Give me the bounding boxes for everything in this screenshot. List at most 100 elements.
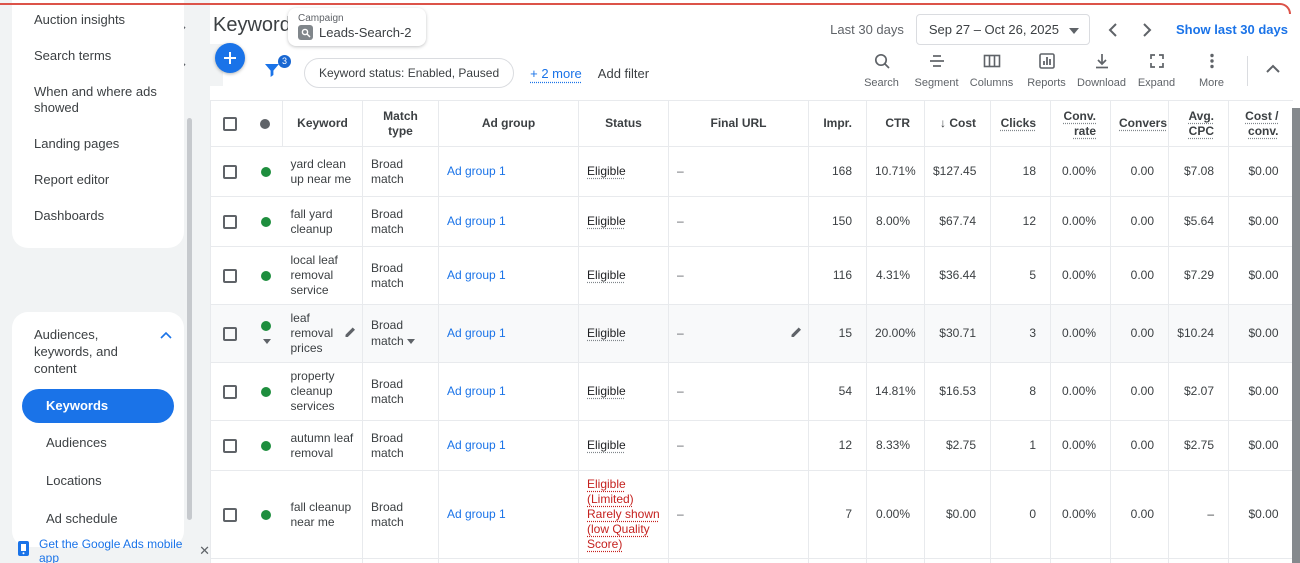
ad-group-link[interactable]: Ad group 1 bbox=[447, 326, 506, 340]
status-badge[interactable]: Eligible bbox=[587, 438, 626, 452]
column-header-label[interactable]: Convers bbox=[1119, 116, 1167, 130]
reports-button[interactable]: Reports bbox=[1019, 52, 1074, 89]
conversions-cell: 0.00 bbox=[1110, 304, 1169, 363]
ad-group-link[interactable]: Ad group 1 bbox=[447, 164, 506, 178]
column-header-label[interactable]: Avg. CPC bbox=[1188, 109, 1214, 138]
column-header-label[interactable]: Conv. rate bbox=[1064, 109, 1096, 138]
add-filter-button[interactable]: Add filter bbox=[598, 66, 649, 81]
avg-cpc-cell: $5.64 bbox=[1168, 196, 1229, 247]
sidebar-scrollbar[interactable] bbox=[187, 118, 192, 520]
status-badge[interactable]: Eligible (Limited) Rarely shown (low Qua… bbox=[587, 477, 660, 551]
mobile-app-link[interactable]: Get the Google Ads mobile app bbox=[39, 537, 185, 563]
filter-funnel-icon[interactable]: 3 bbox=[262, 55, 291, 86]
column-header-label[interactable]: Ad group bbox=[482, 116, 535, 130]
campaign-scope-chip[interactable]: Campaign Leads-Search-2 bbox=[288, 8, 426, 46]
collapse-toolbar-button[interactable] bbox=[1256, 52, 1290, 78]
caret-down-icon[interactable] bbox=[263, 333, 271, 347]
column-header-conv-rate[interactable]: Conv. rate bbox=[1050, 100, 1111, 147]
date-range-selector[interactable]: Sep 27 – Oct 26, 2025 bbox=[915, 14, 1090, 45]
impressions-cell: 7 bbox=[808, 470, 867, 559]
column-header-clicks[interactable]: Clicks bbox=[990, 100, 1051, 147]
ad-group-link[interactable]: Ad group 1 bbox=[447, 507, 506, 521]
sidebar-item-locations[interactable]: Locations bbox=[12, 461, 184, 499]
close-icon[interactable]: ✕ bbox=[199, 543, 210, 559]
column-header-label[interactable]: Keyword bbox=[297, 116, 348, 130]
status-cell: Eligible bbox=[578, 146, 669, 197]
table-row: leaf removal prices Broad match Ad group 1… bbox=[210, 304, 1293, 363]
column-header-label[interactable]: Final URL bbox=[711, 116, 767, 130]
edit-final-url-icon[interactable] bbox=[790, 325, 803, 342]
segment-button[interactable]: Segment bbox=[909, 52, 964, 89]
row-checkbox[interactable] bbox=[222, 438, 237, 453]
column-header-avg-cpc[interactable]: Avg. CPC bbox=[1168, 100, 1229, 147]
column-header-cost-conv-[interactable]: Cost / conv. bbox=[1228, 100, 1293, 147]
sidebar-card-audiences-group: Audiences, keywords, and content Keyword… bbox=[12, 312, 184, 547]
column-header-final-url[interactable]: Final URL bbox=[668, 100, 809, 147]
column-header-label[interactable]: Cost bbox=[949, 116, 976, 130]
sidebar-item-ad-schedule[interactable]: Ad schedule bbox=[12, 499, 184, 537]
status-badge[interactable]: Eligible bbox=[587, 268, 626, 282]
column-header-convers[interactable]: Convers bbox=[1110, 100, 1169, 147]
status-badge[interactable]: Eligible bbox=[587, 214, 626, 228]
filter-chip-keyword-status[interactable]: Keyword status: Enabled, Paused bbox=[304, 58, 515, 88]
columns-button[interactable]: Columns bbox=[964, 52, 1019, 89]
status-badge[interactable]: Eligible bbox=[587, 326, 626, 340]
add-keyword-button[interactable] bbox=[215, 43, 245, 73]
row-checkbox[interactable] bbox=[222, 326, 237, 341]
download-button[interactable]: Download bbox=[1074, 52, 1129, 89]
sidebar-item-keywords-selected[interactable]: Keywords bbox=[22, 389, 174, 423]
more-filters-link[interactable]: + 2 more bbox=[530, 66, 582, 81]
column-header-label[interactable]: Cost / conv. bbox=[1245, 109, 1278, 138]
row-checkbox[interactable] bbox=[222, 268, 237, 283]
row-checkbox[interactable] bbox=[222, 384, 237, 399]
cost-cell: $2.75 bbox=[924, 420, 991, 471]
column-header-cost[interactable]: ↓ Cost bbox=[924, 100, 991, 147]
status-badge[interactable]: Eligible bbox=[587, 384, 626, 398]
show-last-30-days-link[interactable]: Show last 30 days bbox=[1176, 22, 1288, 37]
table-toolbar-actions: Search Segment Columns Reports Download Expan… bbox=[854, 52, 1290, 89]
column-header-label[interactable]: Impr. bbox=[823, 116, 852, 130]
sidebar-item-search-terms[interactable]: Search terms bbox=[12, 38, 184, 74]
caret-down-icon[interactable] bbox=[406, 333, 415, 347]
sidebar-item-auction-insights[interactable]: Auction insights bbox=[12, 2, 184, 38]
expand-button[interactable]: Expand bbox=[1129, 52, 1184, 89]
column-header-label[interactable]: Clicks bbox=[1001, 116, 1036, 130]
vertical-scrollbar[interactable] bbox=[1292, 108, 1300, 563]
ad-group-link[interactable]: Ad group 1 bbox=[447, 214, 506, 228]
column-header-label[interactable]: Status bbox=[605, 116, 642, 130]
row-checkbox[interactable] bbox=[222, 214, 237, 229]
ad-group-link[interactable]: Ad group 1 bbox=[447, 384, 506, 398]
column-header-ad-group[interactable]: Ad group bbox=[438, 100, 579, 147]
status-badge[interactable]: Eligible bbox=[587, 164, 626, 178]
column-header-match-type[interactable]: Match type bbox=[362, 100, 439, 147]
status-cell: Eligible bbox=[578, 558, 669, 563]
column-header-label[interactable]: CTR bbox=[885, 116, 910, 130]
sidebar-item-dashboards[interactable]: Dashboards bbox=[12, 198, 184, 234]
ad-group-link[interactable]: Ad group 1 bbox=[447, 268, 506, 282]
more-button[interactable]: More bbox=[1184, 52, 1239, 89]
search-icon bbox=[873, 53, 891, 74]
edit-keyword-icon[interactable] bbox=[344, 325, 357, 342]
status-cell: Eligible bbox=[578, 246, 669, 305]
column-header-impr-[interactable]: Impr. bbox=[808, 100, 867, 147]
keyword-cell: leaf removal prices bbox=[282, 304, 363, 363]
sidebar-item-report-editor[interactable]: Report editor bbox=[12, 162, 184, 198]
sidebar-item-audiences[interactable]: Audiences bbox=[12, 423, 184, 461]
column-header-keyword[interactable]: Keyword bbox=[282, 100, 363, 147]
column-header-ctr[interactable]: CTR bbox=[866, 100, 925, 147]
row-checkbox[interactable] bbox=[222, 507, 237, 522]
next-period-button[interactable] bbox=[1136, 19, 1158, 41]
table-row: property cleanup services Broad match Ad g… bbox=[210, 362, 1293, 421]
row-checkbox[interactable] bbox=[222, 164, 237, 179]
previous-period-button[interactable] bbox=[1102, 19, 1124, 41]
select-all-checkbox[interactable] bbox=[222, 116, 237, 131]
sidebar-item-when-and-where-ads-showed[interactable]: When and where ads showed bbox=[12, 74, 184, 126]
cost-cell: $67.74 bbox=[924, 196, 991, 247]
column-header-label[interactable]: Match type bbox=[383, 109, 418, 138]
sidebar-group-audiences-keywords-content[interactable]: Audiences, keywords, and content bbox=[12, 326, 184, 377]
ad-group-link[interactable]: Ad group 1 bbox=[447, 438, 506, 452]
search-button[interactable]: Search bbox=[854, 52, 909, 89]
sidebar-item-landing-pages[interactable]: Landing pages bbox=[12, 126, 184, 162]
status-cell: Eligible (Limited) Rarely shown (low Qua… bbox=[578, 470, 669, 559]
column-header-status[interactable]: Status bbox=[578, 100, 669, 147]
